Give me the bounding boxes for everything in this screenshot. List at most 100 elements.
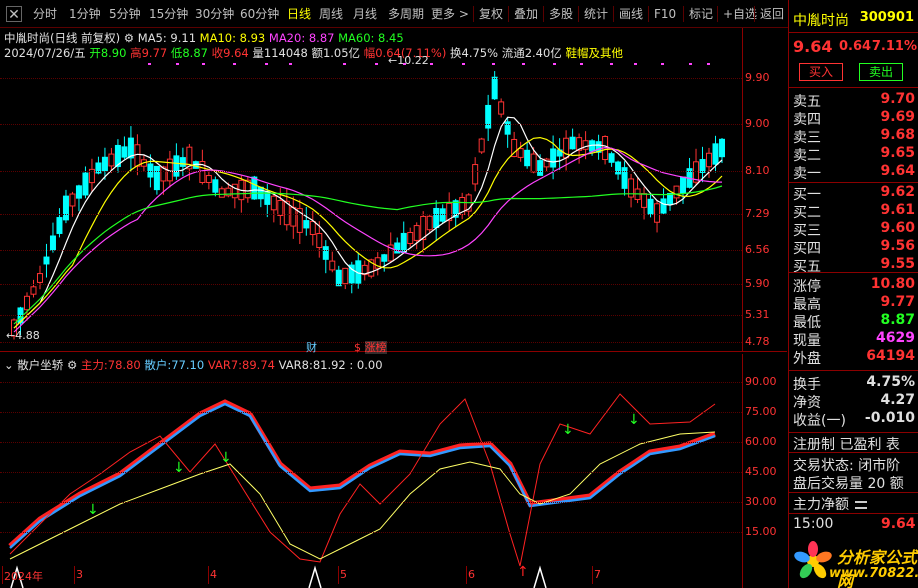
- bid-row[interactable]: 买五 9.55: [793, 256, 917, 275]
- period-toolbar: ✕ 分时 1分钟 5分钟 15分钟 30分钟 60分钟 日线 周线 月线 多周期 更多 > 复权 叠加…: [0, 0, 918, 28]
- candle: [550, 148, 557, 168]
- ask-row[interactable]: 卖四 9.69: [793, 109, 917, 128]
- ind-tick: 15.00: [745, 525, 777, 538]
- stat2-row[interactable]: 净资 4.27: [793, 392, 917, 411]
- period-tab-8[interactable]: 月线: [350, 5, 380, 23]
- bid-row[interactable]: 买三 9.60: [793, 220, 917, 239]
- candle: [530, 153, 537, 173]
- candle: [491, 76, 498, 100]
- candle: [654, 203, 661, 223]
- close-icon[interactable]: ✕: [6, 6, 22, 23]
- toolbar-separator: [717, 6, 718, 22]
- bid-row[interactable]: 买一 9.62: [793, 184, 917, 203]
- toolbar-separator: [473, 6, 474, 22]
- period-tab-1[interactable]: 1分钟: [66, 5, 104, 23]
- candle: [517, 148, 524, 158]
- toolbar-btn-3[interactable]: 统计: [581, 5, 611, 23]
- ask-row-value: 9.70: [880, 91, 915, 107]
- price-change: 0.64: [839, 39, 872, 54]
- bid-row-value: 9.61: [880, 202, 915, 218]
- candle: [719, 138, 725, 158]
- candle: [706, 152, 713, 168]
- sell-button[interactable]: 卖出: [859, 63, 903, 81]
- toolbar-btn-2[interactable]: 多股: [546, 5, 576, 23]
- signal-dot: [707, 63, 710, 65]
- stat-row[interactable]: 外盘 64194: [793, 348, 917, 367]
- main-net-row[interactable]: 主力净额: [793, 494, 868, 514]
- toolbar-separator: [543, 6, 544, 22]
- toolbar-btn-4[interactable]: 画线: [616, 5, 646, 23]
- toolbar-btn-1[interactable]: 叠加: [511, 5, 541, 23]
- stat-row[interactable]: 现量 4629: [793, 330, 917, 349]
- candle: [82, 172, 89, 196]
- candle: [62, 195, 69, 221]
- signal-spike: [533, 565, 547, 588]
- ask-row-label: 卖四: [793, 112, 821, 128]
- stat-row-value: 9.77: [880, 294, 915, 310]
- signal-dot: [522, 63, 525, 65]
- candle: [478, 138, 485, 153]
- candle: [615, 161, 622, 175]
- period-tab-2[interactable]: 5分钟: [106, 5, 144, 23]
- buy-button[interactable]: 买入: [799, 63, 843, 81]
- divider: [789, 432, 918, 433]
- stat-row[interactable]: 涨停 10.80: [793, 276, 917, 295]
- signal-dot: [148, 63, 151, 65]
- ask-row[interactable]: 卖二 9.65: [793, 145, 917, 164]
- toolbar-btn-5[interactable]: F10: [651, 5, 679, 23]
- toolbar-separator: [683, 6, 684, 22]
- bid-row-value: 9.55: [880, 256, 915, 272]
- x-axis-label: 5: [340, 568, 347, 581]
- ask-row[interactable]: 卖一 9.64: [793, 163, 917, 182]
- event-zb[interactable]: 涨榜: [364, 341, 387, 354]
- toolbar-btn-6[interactable]: 标记: [686, 5, 716, 23]
- candle: [23, 295, 30, 311]
- ind-tick: 30.00: [745, 495, 777, 508]
- candle: [608, 153, 615, 163]
- stat-row-label: 最高: [793, 297, 821, 313]
- ind-tick: 75.00: [745, 405, 777, 418]
- period-tab-4[interactable]: 30分钟: [192, 5, 237, 23]
- toolbar-btn-8[interactable]: 返回: [757, 5, 787, 23]
- bid-row[interactable]: 买二 9.61: [793, 202, 917, 221]
- stat-row[interactable]: 最高 9.77: [793, 294, 917, 313]
- period-tab-6[interactable]: 日线: [284, 5, 314, 23]
- stat2-row[interactable]: 换手 4.75%: [793, 374, 917, 393]
- down-arrow-icon: ↓: [220, 450, 232, 466]
- divider: [789, 87, 918, 88]
- candle: [322, 246, 329, 260]
- ask-row[interactable]: 卖五 9.70: [793, 91, 917, 110]
- menu-icon[interactable]: [855, 501, 868, 509]
- x-axis-label: 6: [468, 568, 475, 581]
- period-tab-5[interactable]: 60分钟: [237, 5, 282, 23]
- period-tab-7[interactable]: 周线: [316, 5, 346, 23]
- kline-panel[interactable]: 中胤时尚(日线 前复权) ⚙ MA5: 9.11 MA10: 8.93 MA20…: [0, 28, 787, 355]
- toolbar-btn-0[interactable]: 复权: [476, 5, 506, 23]
- stat2-row[interactable]: 收益(一) -0.010: [793, 410, 917, 429]
- signal-dot: [610, 63, 613, 65]
- ask-row[interactable]: 卖三 9.68: [793, 127, 917, 146]
- stat-row[interactable]: 最低 8.87: [793, 312, 917, 331]
- period-tab-9[interactable]: 多周期: [385, 5, 427, 23]
- candle: [49, 235, 56, 251]
- toolbar-separator: [648, 6, 649, 22]
- signal-dot: [265, 63, 268, 65]
- period-tab-10[interactable]: 更多 >: [428, 5, 472, 23]
- event-markers: 财 $ 涨榜: [306, 339, 387, 355]
- grid-line: [0, 502, 742, 503]
- period-tab-3[interactable]: 15分钟: [146, 5, 191, 23]
- price-tick: 9.00: [745, 117, 770, 130]
- bid-row[interactable]: 买四 9.56: [793, 238, 917, 257]
- event-cai[interactable]: 财: [306, 341, 317, 354]
- period-tab-0[interactable]: 分时: [30, 5, 60, 23]
- indicator-panel[interactable]: ⌄ 散户坐轿 ⚙ 主力:78.80 散户:77.10 VAR7:89.74 VA…: [0, 354, 787, 588]
- candle: [69, 193, 76, 207]
- price-tick: 5.90: [745, 277, 770, 290]
- candle: [647, 198, 654, 215]
- candle: [712, 143, 719, 165]
- ind-tick: 45.00: [745, 465, 777, 478]
- candle: [36, 273, 43, 283]
- event-dollar[interactable]: $: [354, 341, 361, 354]
- candle: [641, 193, 648, 208]
- ma-line: [13, 185, 723, 325]
